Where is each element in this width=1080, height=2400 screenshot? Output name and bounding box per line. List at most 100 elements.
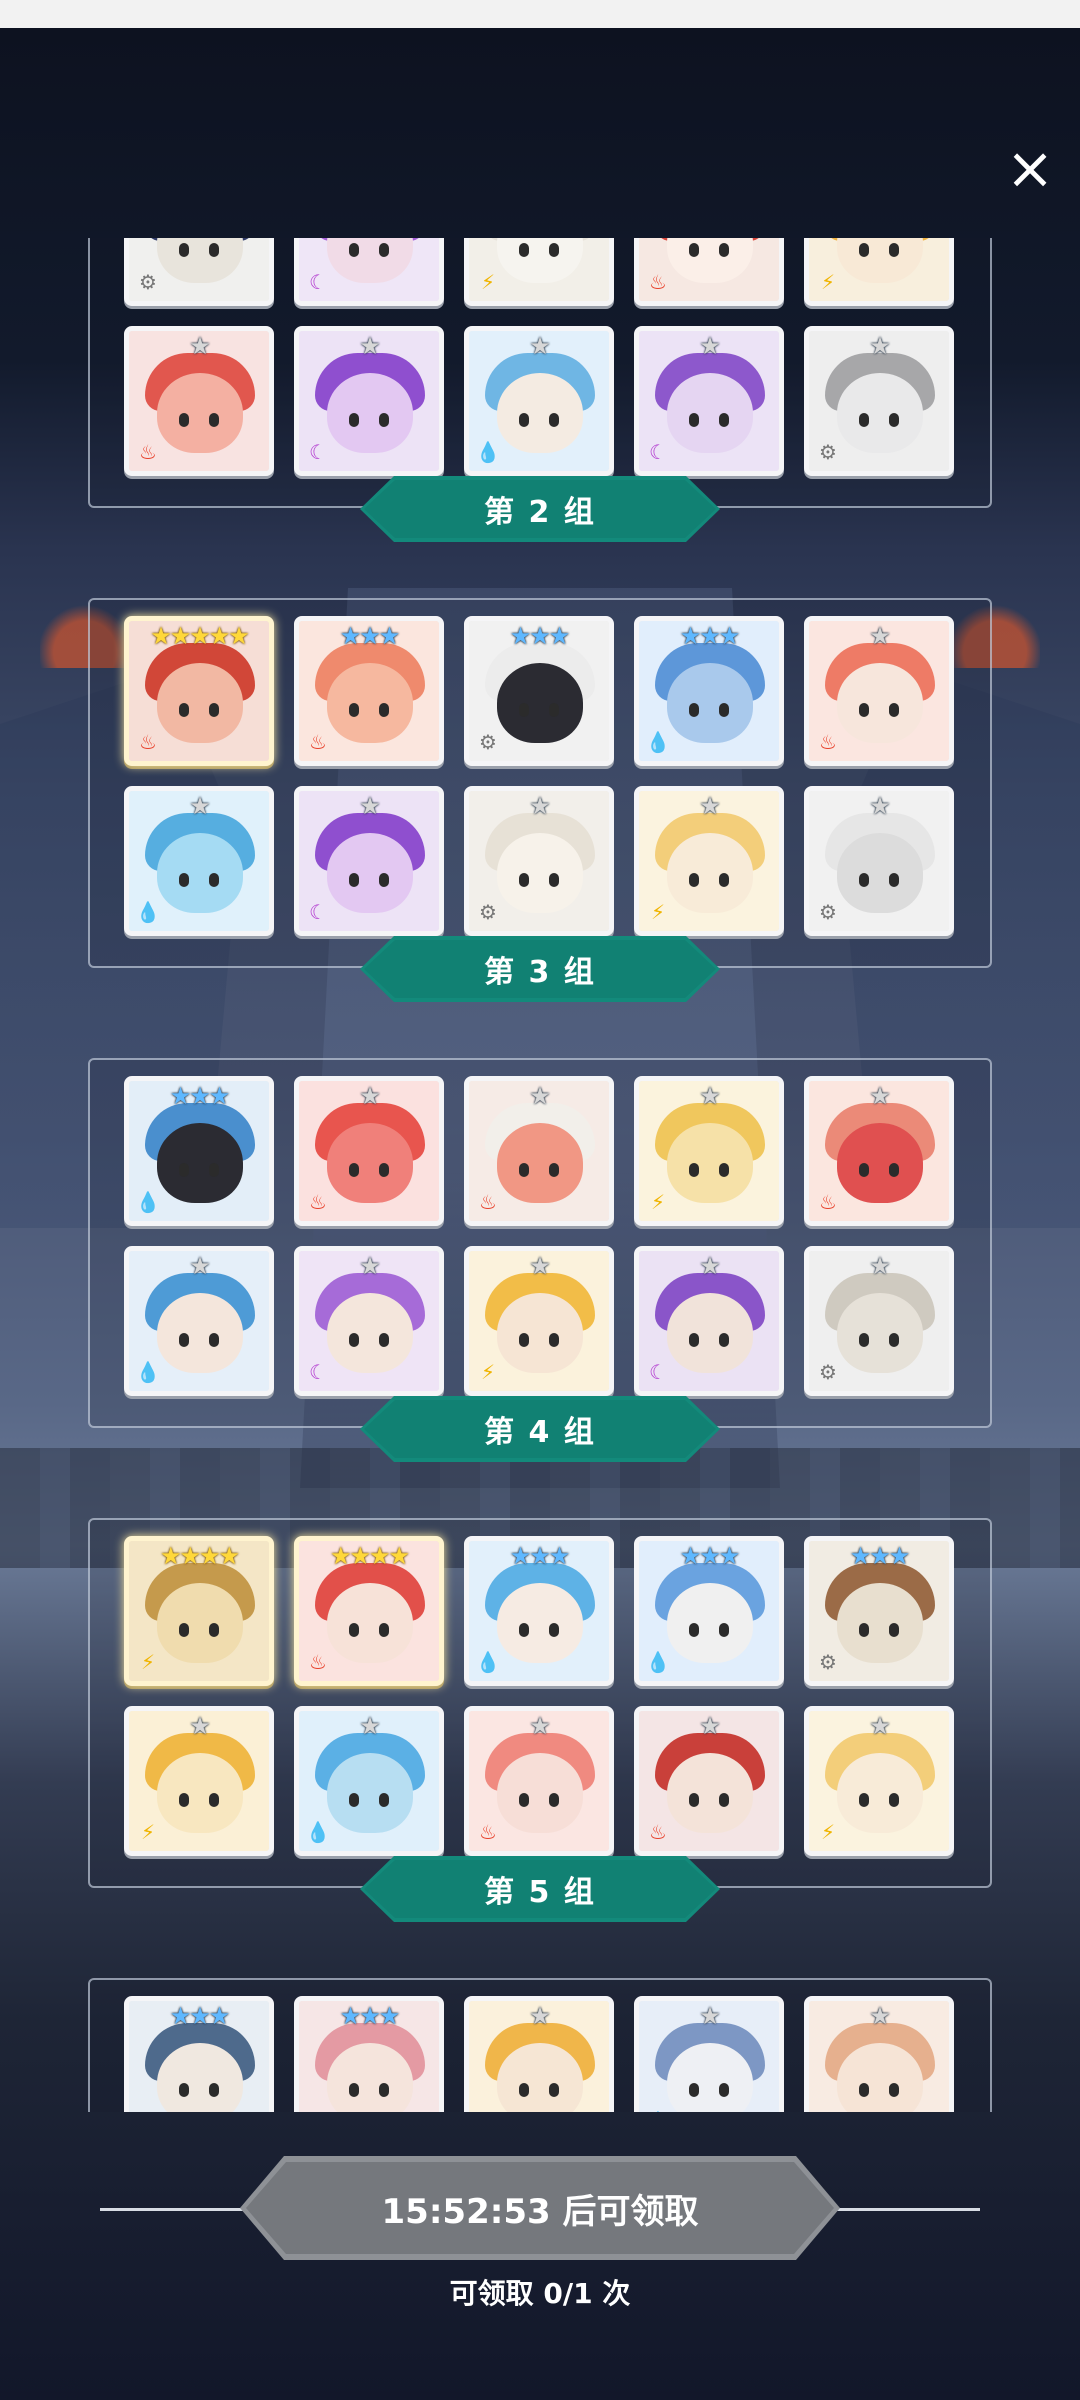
hero-card[interactable]: ★💧	[464, 326, 614, 476]
hero-grid: ★★★ 💧 ★ ♨ ★ ♨ ★ ⚡ ★ ♨ ★ 💧 ★ ☾ ★ ⚡ ★ ☾ ★ ⚙	[124, 1076, 956, 1396]
hero-face	[157, 1123, 243, 1203]
hero-card[interactable]: ★★★ 💧	[634, 1536, 784, 1686]
hero-eye	[349, 243, 359, 257]
hero-card[interactable]: ★★★ 💧	[464, 1536, 614, 1686]
hero-group: ★★★★ ⚡ ★★★★ ♨ ★★★ 💧 ★★★ 💧 ★★★ ⚙ ★ ⚡ ★ 💧 ★ ♨ ★ ♨ ★ ⚡ 第 5 组	[0, 1518, 1080, 1978]
hero-card[interactable]: ★ ⚙	[464, 786, 614, 936]
shadow-element-icon: ☾	[309, 900, 327, 924]
hero-grid: ★★★⚙★★★♨★⚡★💧★♨	[124, 1996, 956, 2112]
hero-eye	[719, 413, 729, 427]
hero-card[interactable]: ★♨	[294, 1076, 444, 1226]
close-icon[interactable]: ×	[1002, 139, 1058, 197]
shadow-element-icon: ☾	[309, 1360, 327, 1384]
light-element-icon: ⚡	[140, 1820, 156, 1844]
hero-eye	[859, 243, 869, 257]
hero-card[interactable]: ★⚡	[804, 1706, 954, 1856]
hero-eye	[889, 1793, 899, 1807]
star-rating: ★★★	[339, 2002, 401, 2030]
group-label-banner: 第 4 组	[360, 1396, 720, 1462]
hero-card[interactable]: ★💧	[634, 1996, 784, 2112]
hero-card[interactable]: ★★★★ ⚡	[124, 1536, 274, 1686]
hero-card[interactable]: ★★★♨	[634, 238, 784, 306]
hero-card[interactable]: ★⚡	[124, 1706, 274, 1856]
star-rating: ★	[869, 622, 891, 650]
hero-card[interactable]: ★★★☾	[294, 238, 444, 306]
hero-face	[157, 1293, 243, 1373]
neutral-element-icon: ⚙	[819, 1650, 837, 1674]
hero-eye	[179, 1333, 189, 1347]
hero-grid: ★★★★★ ♨ ★★★ ♨ ★★★ ⚙ ★★★ 💧 ★ ♨ ★ 💧 ★ ☾ ★ ⚙ ★ ⚡ ★ ⚙	[124, 616, 956, 936]
fire-element-icon: ♨	[309, 730, 327, 754]
shadow-element-icon: ☾	[309, 440, 327, 464]
hero-eye	[349, 1163, 359, 1177]
claim-button[interactable]: 15:52:53 后可领取	[240, 2156, 840, 2260]
hero-card[interactable]: ★ ☾	[294, 1246, 444, 1396]
hero-eye	[889, 703, 899, 717]
hero-card[interactable]: ★💧	[124, 1246, 274, 1396]
hero-card[interactable]: ★★★⚙	[464, 616, 614, 766]
hero-card[interactable]: ★★★♨	[294, 1996, 444, 2112]
hero-face	[837, 663, 923, 743]
hero-card[interactable]: ★♨	[464, 1706, 614, 1856]
hero-card[interactable]: ★★★⚙	[124, 238, 274, 306]
hero-card[interactable]: ★ ⚙	[804, 786, 954, 936]
hero-card[interactable]: ★♨	[464, 1076, 614, 1226]
hero-card[interactable]: ★💧	[124, 786, 274, 936]
hero-card[interactable]: ★ ☾	[294, 326, 444, 476]
hero-card[interactable]: ★♨	[804, 1076, 954, 1226]
system-status-bar	[0, 0, 1080, 28]
hero-card[interactable]: ★⚡	[634, 786, 784, 936]
hero-face	[497, 1123, 583, 1203]
hero-card[interactable]: ★★★⚡	[804, 238, 954, 306]
hero-card[interactable]: ★ ☾	[294, 786, 444, 936]
star-rating: ★	[699, 332, 721, 360]
hero-card[interactable]: ★★★⚙	[804, 1536, 954, 1686]
water-element-icon: 💧	[135, 1190, 161, 1214]
hero-eye	[379, 413, 389, 427]
fire-element-icon: ♨	[649, 270, 667, 294]
hero-eye	[179, 413, 189, 427]
hero-face	[157, 1753, 243, 1833]
hero-face	[497, 663, 583, 743]
hero-face	[497, 833, 583, 913]
hero-card[interactable]: ★★★♨	[294, 616, 444, 766]
hero-card[interactable]: ★♨	[124, 326, 274, 476]
star-rating: ★	[189, 792, 211, 820]
hero-eye	[719, 1623, 729, 1637]
hero-card[interactable]: ★💧	[294, 1706, 444, 1856]
hero-eye	[379, 1163, 389, 1177]
fire-element-icon: ♨	[139, 730, 157, 754]
shadow-element-icon: ☾	[649, 1360, 667, 1384]
star-rating: ★	[189, 1712, 211, 1740]
hero-group-list[interactable]: ★★★⚙★★★☾★★★⚡★★★♨★★★⚡★♨★☾★💧★☾★⚙第 2 组★★★★★…	[0, 238, 1080, 2112]
hero-eye	[689, 1163, 699, 1177]
hero-card[interactable]: ★★★★ ♨	[294, 1536, 444, 1686]
hero-card[interactable]: ★ ☾	[634, 326, 784, 476]
hero-card[interactable]: ★★★ 💧	[124, 1076, 274, 1226]
hero-eye	[889, 1333, 899, 1347]
hero-card[interactable]: ★♨	[804, 1996, 954, 2112]
hero-eye	[349, 413, 359, 427]
hero-card[interactable]: ★ ⚙	[804, 1246, 954, 1396]
hero-eye	[549, 1163, 559, 1177]
hero-card[interactable]: ★★★ 💧	[634, 616, 784, 766]
hero-card[interactable]: ★ ⚙	[804, 326, 954, 476]
hero-eye	[689, 1333, 699, 1347]
hero-eye	[889, 1623, 899, 1637]
hero-eye	[549, 2083, 559, 2097]
hero-card[interactable]: ★★★⚙	[124, 1996, 274, 2112]
hero-eye	[719, 1793, 729, 1807]
hero-card[interactable]: ★⚡	[464, 1996, 614, 2112]
hero-eye	[519, 1163, 529, 1177]
hero-card[interactable]: ★⚡	[464, 1246, 614, 1396]
hero-card[interactable]: ★ ☾	[634, 1246, 784, 1396]
hero-eye	[379, 243, 389, 257]
hero-card[interactable]: ★★★★★ ♨	[124, 616, 274, 766]
hero-eye	[209, 413, 219, 427]
star-rating: ★	[359, 332, 381, 360]
hero-card[interactable]: ★♨	[804, 616, 954, 766]
hero-card[interactable]: ★♨	[634, 1706, 784, 1856]
hero-face	[327, 1753, 413, 1833]
hero-card[interactable]: ★⚡	[634, 1076, 784, 1226]
hero-card[interactable]: ★★★⚡	[464, 238, 614, 306]
